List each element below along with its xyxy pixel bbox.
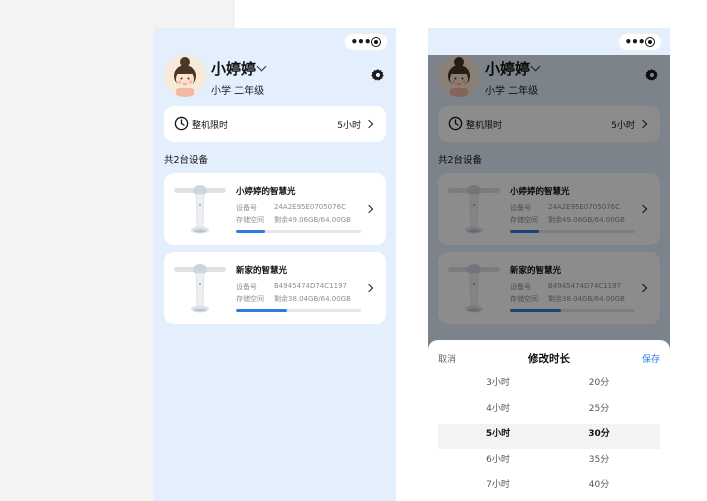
time-limit-value: 5小时 <box>337 121 361 131</box>
device-id-label: 设备号 <box>236 204 257 212</box>
hour-option[interactable]: 6小时 <box>458 448 538 474</box>
storage-progress-fill <box>236 230 266 233</box>
user-grade: 小学 二年级 <box>211 86 265 97</box>
storage-label: 存储空间 <box>236 216 264 224</box>
time-limit-card[interactable]: 整机限时 5小时 <box>164 106 386 142</box>
minute-option[interactable]: 25分 <box>559 397 639 423</box>
phone-screen-main: ••• 小婷婷 小学 二年级 整机限时 5小时 共2台设备 小婷婷的智慧光 设备… <box>154 28 396 501</box>
device-name: 小婷婷的智慧光 <box>236 187 296 197</box>
minute-option[interactable]: 40分 <box>559 473 639 499</box>
device-card[interactable]: 小婷婷的智慧光 设备号 24A2E95E0705076C 存储空间 剩余49.0… <box>164 173 386 245</box>
user-name[interactable]: 小婷婷 <box>211 58 256 79</box>
storage-progress-fill <box>236 309 287 312</box>
phone-screen-picker: ••• 小婷婷 小学 二年级 整机限时 5小时 共2台设备 小婷婷的智慧光 设备… <box>428 28 670 501</box>
device-id-row: 设备号 24A2E95E0705076C <box>236 203 346 213</box>
storage-label: 存储空间 <box>236 295 264 303</box>
smart-lamp-image <box>174 185 226 234</box>
chevron-right-icon <box>364 283 374 293</box>
hour-option[interactable]: 7小时 <box>458 473 538 499</box>
close-miniprogram-icon[interactable] <box>645 37 656 47</box>
minute-option[interactable]: 30分 <box>559 422 639 448</box>
more-icon[interactable]: ••• <box>624 36 645 48</box>
storage-row: 存储空间 剩余38.04GB/64.00GB <box>236 294 351 304</box>
minutes-picker-column[interactable]: 20分 25分 30分 35分 40分 <box>559 371 639 499</box>
sheet-title: 修改时长 <box>528 353 570 365</box>
chevron-right-icon <box>364 119 374 129</box>
minute-option[interactable]: 20分 <box>559 371 639 397</box>
close-miniprogram-icon[interactable] <box>371 37 382 47</box>
device-card[interactable]: 新家的智慧光 设备号 B4945474D74C1197 存储空间 剩余38.04… <box>164 252 386 324</box>
smart-lamp-image <box>174 264 226 313</box>
device-id-label: 设备号 <box>236 283 257 291</box>
device-id: B4945474D74C1197 <box>274 282 347 290</box>
miniprogram-capsule[interactable]: ••• <box>344 33 388 51</box>
more-icon[interactable]: ••• <box>350 36 371 48</box>
storage-progress-bar <box>236 230 361 233</box>
hour-option[interactable]: 3小时 <box>458 371 538 397</box>
clock-icon <box>174 116 189 131</box>
duration-picker-sheet: 取消 修改时长 保存 3小时 4小时 5小时 6小时 7小时 20分 25分 30分 35分 4… <box>428 340 670 501</box>
hours-picker-column[interactable]: 3小时 4小时 5小时 6小时 7小时 <box>458 371 538 499</box>
device-count: 共2台设备 <box>164 155 209 166</box>
device-name: 新家的智慧光 <box>236 266 288 276</box>
device-id: 24A2E95E0705076C <box>274 203 346 211</box>
hour-option[interactable]: 4小时 <box>458 397 538 423</box>
chevron-down-icon[interactable] <box>256 61 267 72</box>
minute-option[interactable]: 35分 <box>559 448 639 474</box>
storage-value: 剩余49.06GB/64.00GB <box>274 216 351 224</box>
avatar[interactable] <box>164 55 206 97</box>
storage-value: 剩余38.04GB/64.00GB <box>274 295 351 303</box>
storage-row: 存储空间 剩余49.06GB/64.00GB <box>236 215 351 225</box>
gear-icon[interactable] <box>371 68 385 82</box>
chevron-right-icon <box>364 204 374 214</box>
hour-option[interactable]: 5小时 <box>458 422 538 448</box>
time-limit-label: 整机限时 <box>192 121 229 131</box>
miniprogram-capsule[interactable]: ••• <box>618 33 662 51</box>
save-button[interactable]: 保存 <box>642 352 660 365</box>
device-id-row: 设备号 B4945474D74C1197 <box>236 282 347 292</box>
storage-progress-bar <box>236 309 361 312</box>
